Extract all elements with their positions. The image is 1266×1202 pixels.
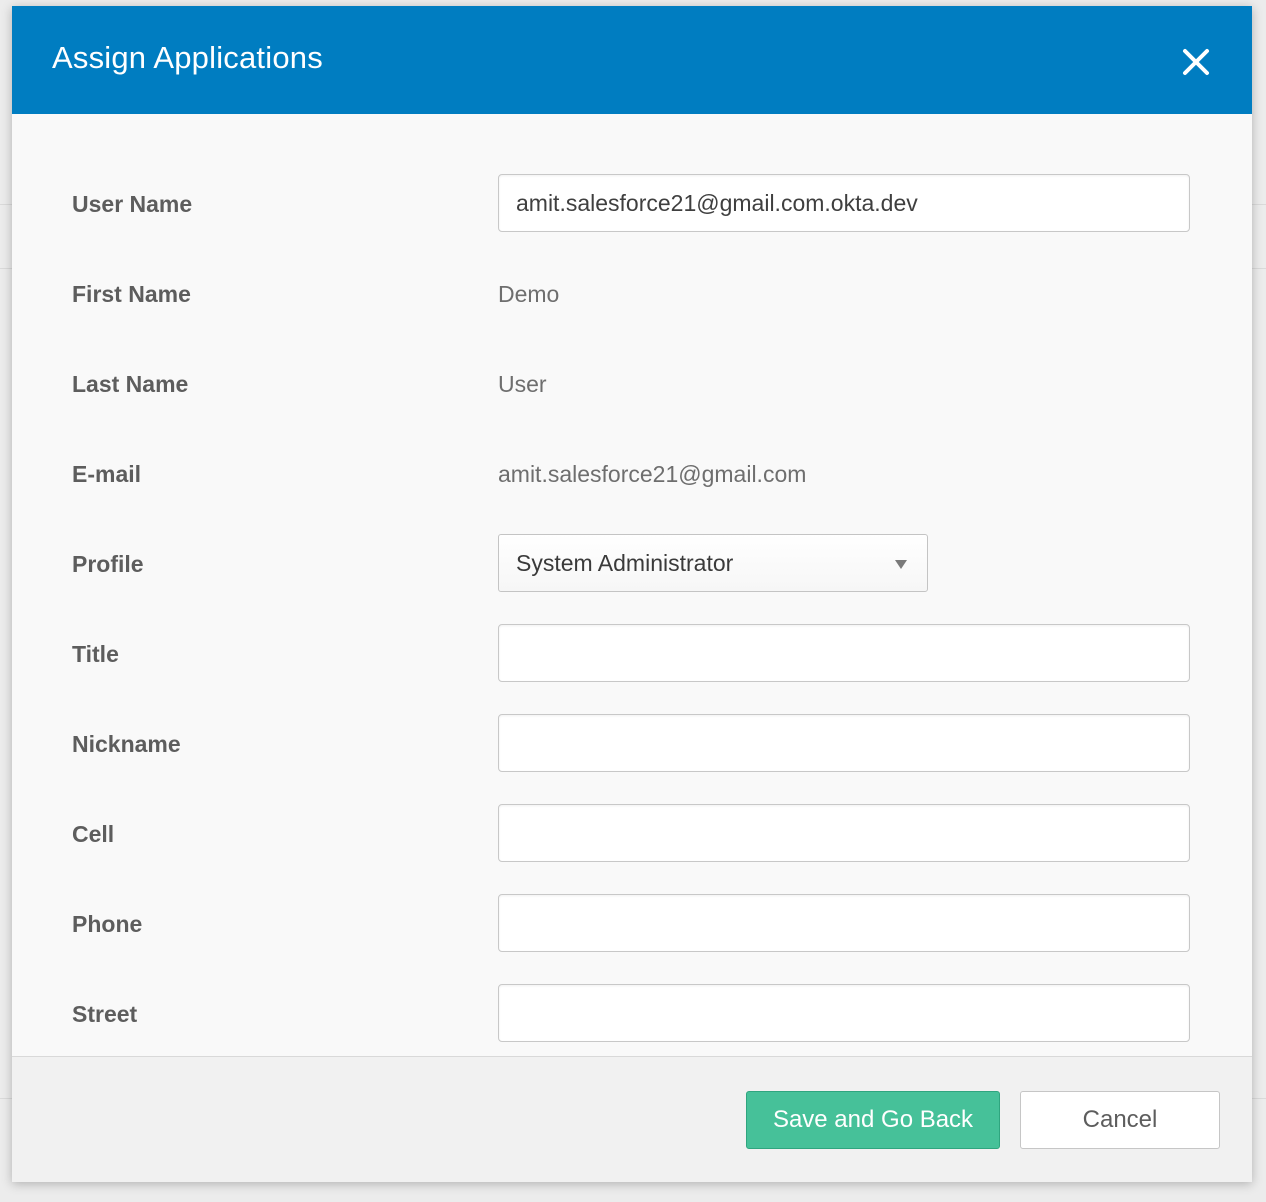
form-row-title: Title [12,624,1252,684]
dialog-header: Assign Applications [12,6,1252,114]
profile-select[interactable]: System Administrator [498,534,928,592]
title-label: Title [72,641,119,667]
close-icon [1183,49,1209,75]
dialog-title: Assign Applications [52,40,323,75]
dialog-body: User Name amit.salesforce21@gmail.com.ok… [12,114,1252,1056]
user-name-input[interactable]: amit.salesforce21@gmail.com.okta.dev [498,174,1190,232]
close-button[interactable] [1176,42,1216,82]
dialog-footer: Save and Go Back Cancel [12,1056,1252,1182]
form-row-first-name: First Name Demo [12,264,1252,324]
form-row-phone: Phone [12,894,1252,954]
assign-applications-dialog: Assign Applications User Name amit.sales… [12,6,1252,1182]
last-name-label: Last Name [72,371,189,397]
form-row-user-name: User Name amit.salesforce21@gmail.com.ok… [12,174,1252,234]
first-name-value: Demo [498,281,560,307]
cell-input[interactable] [498,804,1190,862]
nickname-input[interactable] [498,714,1190,772]
caret-down-icon [895,560,907,569]
nickname-label: Nickname [72,731,181,757]
first-name-label: First Name [72,281,191,307]
phone-label: Phone [72,911,143,937]
cancel-button[interactable]: Cancel [1020,1091,1220,1149]
email-label: E-mail [72,461,142,487]
title-input[interactable] [498,624,1190,682]
form-row-email: E-mail amit.salesforce21@gmail.com [12,444,1252,504]
user-name-label: User Name [72,191,193,217]
street-input[interactable] [498,984,1190,1042]
last-name-value: User [498,371,547,397]
form-row-street: Street [12,984,1252,1044]
form-row-nickname: Nickname [12,714,1252,774]
profile-label: Profile [72,551,144,577]
form-row-cell: Cell [12,804,1252,864]
form-row-last-name: Last Name User [12,354,1252,414]
email-value: amit.salesforce21@gmail.com [498,461,807,487]
street-label: Street [72,1001,138,1027]
cell-label: Cell [72,821,115,847]
save-and-go-back-button[interactable]: Save and Go Back [746,1091,1000,1149]
profile-selected-value: System Administrator [516,550,734,576]
phone-input[interactable] [498,894,1190,952]
form-row-profile: Profile System Administrator [12,534,1252,594]
